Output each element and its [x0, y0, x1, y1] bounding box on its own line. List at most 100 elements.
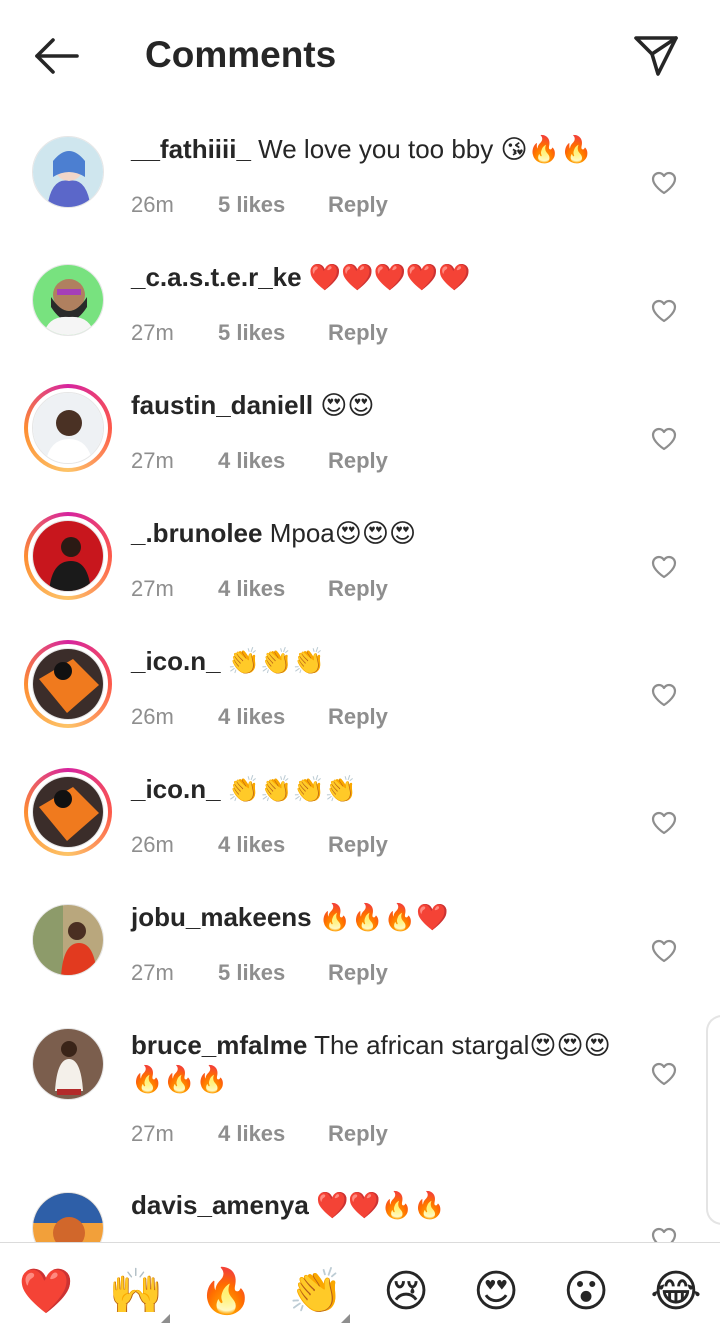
comment-likes-count[interactable]: 5 likes: [218, 192, 328, 218]
comment-text: faustin_daniell 😍😍: [131, 388, 631, 422]
comment-username[interactable]: _.brunolee: [131, 518, 262, 548]
comment-row[interactable]: __fathiiii_ We love you too bby 😘🔥🔥 26m 5 …: [0, 130, 720, 250]
comment-timestamp: 27m: [131, 320, 174, 345]
avatar-frame: [28, 772, 108, 852]
fire-emoji-button[interactable]: 🔥: [196, 1265, 256, 1319]
tears-of-joy-emoji-button[interactable]: 😂: [646, 1265, 706, 1319]
tears-of-joy-emoji: 😂: [650, 1267, 702, 1316]
comment-username[interactable]: __fathiiii_: [131, 134, 251, 164]
reply-button[interactable]: Reply: [328, 320, 388, 346]
like-comment-button[interactable]: [648, 552, 680, 582]
comment-text: _ico.n_ 👏👏👏: [131, 644, 631, 678]
avatar-frame: [28, 516, 108, 596]
comment-row[interactable]: davis_amenya ❤️❤️🔥🔥27m4 likesReply: [0, 1186, 720, 1242]
avatar-frame: [28, 644, 108, 724]
like-comment-button[interactable]: [648, 296, 680, 326]
crying-face-emoji-button[interactable]: 😢: [376, 1265, 436, 1319]
page-title: Comments: [145, 34, 337, 75]
comment-body: We love you too bby 😘🔥🔥: [250, 134, 593, 164]
comment-body: 🔥🔥🔥❤️: [311, 902, 449, 932]
comment-meta: 26m 4 likes Reply: [131, 704, 388, 730]
like-comment-button[interactable]: [648, 1059, 680, 1089]
reply-button[interactable]: Reply: [328, 1121, 388, 1147]
avatar-frame: [28, 260, 108, 340]
comment-row[interactable]: _.brunolee Mpoa😍😍😍 27m 4 likes Reply: [0, 512, 720, 634]
avatar-frame: [28, 388, 108, 468]
fire-emoji: 🔥: [198, 1267, 254, 1316]
like-comment-button[interactable]: [648, 808, 680, 838]
reply-button[interactable]: Reply: [328, 576, 388, 602]
comment-row[interactable]: faustin_daniell 😍😍 27m 4 likes Reply: [0, 384, 720, 506]
comment-row[interactable]: jobu_makeens 🔥🔥🔥❤️ 27m 5 likes Reply: [0, 898, 720, 1018]
avatar-image: [32, 1028, 104, 1100]
red-heart-emoji-button[interactable]: ❤️: [16, 1265, 76, 1319]
like-comment-button[interactable]: [648, 168, 680, 198]
comment-username[interactable]: davis_amenya: [131, 1190, 309, 1220]
like-comment-button[interactable]: [648, 424, 680, 454]
comment-likes-count[interactable]: 5 likes: [218, 320, 328, 346]
comment-row[interactable]: bruce_mfalme The african stargal😍😍😍🔥🔥🔥 27…: [0, 1024, 720, 1176]
raising-hands-emoji-button[interactable]: 🙌: [106, 1265, 170, 1323]
surprised-face-emoji: 😮: [563, 1267, 609, 1316]
avatar[interactable]: [24, 1184, 112, 1242]
comment-text: jobu_makeens 🔥🔥🔥❤️: [131, 900, 631, 934]
heart-outline-icon: [651, 1062, 677, 1086]
comment-text: _ico.n_ 👏👏👏👏: [131, 772, 631, 806]
comment-likes-count[interactable]: 4 likes: [218, 448, 328, 474]
comment-likes-count[interactable]: 4 likes: [218, 576, 328, 602]
back-button[interactable]: [28, 30, 84, 82]
like-comment-button[interactable]: [648, 936, 680, 966]
heart-outline-icon: [651, 299, 677, 323]
avatar-story-ring[interactable]: [24, 512, 112, 600]
surprised-face-emoji-button[interactable]: 😮: [556, 1265, 616, 1319]
reply-button[interactable]: Reply: [328, 448, 388, 474]
comment-row[interactable]: _ico.n_ 👏👏👏 26m 4 likes Reply: [0, 640, 720, 762]
heart-eyes-emoji-button[interactable]: 😍: [466, 1265, 526, 1319]
avatar-image: [32, 776, 104, 848]
avatar-image: [32, 904, 104, 976]
comment-likes-count[interactable]: 4 likes: [218, 1121, 328, 1147]
avatar[interactable]: [24, 896, 112, 984]
avatar[interactable]: [24, 256, 112, 344]
avatar-story-ring[interactable]: [24, 768, 112, 856]
comment-meta: 27m 5 likes Reply: [131, 320, 388, 346]
like-comment-button[interactable]: [648, 680, 680, 710]
like-comment-button[interactable]: [648, 1224, 680, 1242]
avatar-story-ring[interactable]: [24, 384, 112, 472]
comment-username[interactable]: _ico.n_: [131, 774, 221, 804]
comment-username[interactable]: _ico.n_: [131, 646, 221, 676]
reply-button[interactable]: Reply: [328, 832, 388, 858]
comment-username[interactable]: jobu_makeens: [131, 902, 312, 932]
comment-row[interactable]: _c.a.s.t.e.r_ke ❤️❤️❤️❤️❤️ 27m 5 likes Repl…: [0, 258, 720, 378]
comment-username[interactable]: faustin_daniell: [131, 390, 313, 420]
side-panel-handle[interactable]: [706, 1015, 720, 1225]
comment-likes-count[interactable]: 4 likes: [218, 832, 328, 858]
avatar-story-ring[interactable]: [24, 640, 112, 728]
avatar[interactable]: [24, 1020, 112, 1108]
clapping-hands-emoji-button[interactable]: 👏: [286, 1265, 350, 1323]
comment-row[interactable]: _ico.n_ 👏👏👏👏 26m 4 likes Reply: [0, 768, 720, 890]
comment-body: Mpoa😍😍😍: [262, 518, 417, 548]
comment-meta: 27m 5 likes Reply: [131, 960, 388, 986]
skin-tone-indicator-icon: [161, 1314, 170, 1323]
avatar-image: [32, 392, 104, 464]
comment-username[interactable]: _c.a.s.t.e.r_ke: [131, 262, 302, 292]
avatar-frame: [28, 1188, 108, 1242]
avatar-image: [32, 136, 104, 208]
red-heart-emoji: ❤️: [18, 1267, 74, 1316]
reply-button[interactable]: Reply: [328, 960, 388, 986]
comment-list[interactable]: __fathiiii_ We love you too bby 😘🔥🔥 26m 5 …: [0, 112, 720, 1242]
comment-username[interactable]: bruce_mfalme: [131, 1030, 307, 1060]
share-button[interactable]: [628, 30, 684, 82]
avatar-image: [32, 648, 104, 720]
heart-outline-icon: [651, 939, 677, 963]
reply-button[interactable]: Reply: [328, 192, 388, 218]
comment-timestamp: 27m: [131, 576, 174, 601]
avatar-frame: [28, 1024, 108, 1104]
heart-outline-icon: [651, 555, 677, 579]
reply-button[interactable]: Reply: [328, 704, 388, 730]
comment-likes-count[interactable]: 5 likes: [218, 960, 328, 986]
comment-likes-count[interactable]: 4 likes: [218, 704, 328, 730]
comment-timestamp: 27m: [131, 448, 174, 473]
avatar[interactable]: [24, 128, 112, 216]
